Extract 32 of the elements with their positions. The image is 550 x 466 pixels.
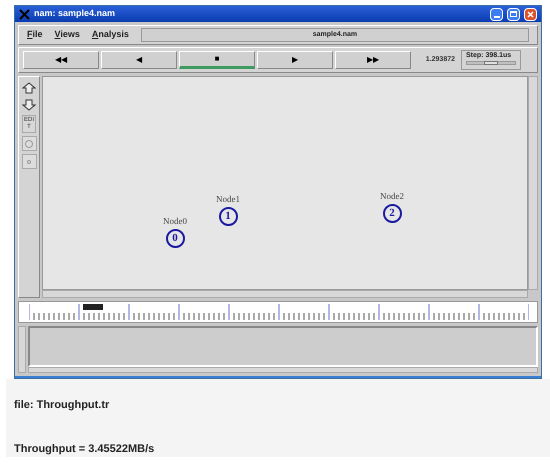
- dot-tool-icon[interactable]: [22, 154, 36, 169]
- maximize-button[interactable]: [507, 8, 520, 20]
- playback-button[interactable]: ◀◀: [23, 51, 99, 69]
- node-label: Node0: [163, 215, 187, 228]
- network-node[interactable]: 2: [382, 204, 402, 222]
- node-label: Node2: [380, 190, 404, 203]
- vertical-scrollbar[interactable]: [528, 76, 538, 290]
- window-title: nam: sample4.nam: [34, 7, 116, 20]
- menu-item[interactable]: Views: [54, 28, 80, 42]
- node-label: Node1: [216, 193, 240, 206]
- vertical-scrollbar[interactable]: [18, 326, 26, 373]
- close-icon: [527, 10, 534, 18]
- step-slider-thumb[interactable]: [484, 61, 498, 65]
- horizontal-scrollbar[interactable]: [28, 367, 538, 373]
- zoom-out-icon[interactable]: [21, 98, 37, 112]
- menu-item[interactable]: Analysis: [92, 28, 129, 42]
- app-logo-icon: [19, 8, 30, 20]
- file-caption: file: Throughput.tr: [14, 398, 110, 413]
- minimize-button[interactable]: [490, 8, 503, 20]
- playback-button[interactable]: ■: [179, 51, 255, 69]
- playback-button[interactable]: ▶▶: [335, 51, 411, 69]
- throughput-result: Throughput = 3.45522MB/s: [14, 442, 156, 456]
- playback-button[interactable]: ◀: [101, 51, 177, 69]
- network-node[interactable]: 0: [166, 228, 184, 248]
- circle-tool-icon[interactable]: [22, 136, 36, 151]
- close-button[interactable]: [524, 8, 537, 20]
- horizontal-scrollbar[interactable]: [42, 290, 528, 298]
- zoom-in-icon[interactable]: [21, 81, 37, 95]
- menu-item[interactable]: File: [27, 28, 43, 42]
- network-node[interactable]: 1: [218, 206, 238, 226]
- time-marker-icon[interactable]: [83, 304, 103, 310]
- playback-button[interactable]: ▶: [257, 51, 333, 69]
